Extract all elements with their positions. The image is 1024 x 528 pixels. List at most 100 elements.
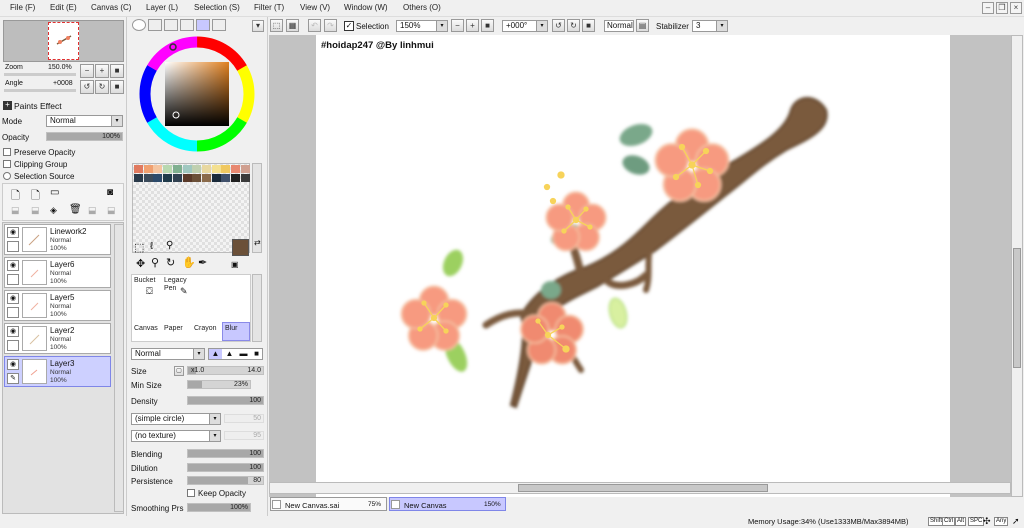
brush-shape-flat-icon[interactable]: ■ — [250, 349, 263, 359]
blur-tool-selected[interactable]: Blur — [222, 322, 250, 341]
palette-swatch[interactable] — [211, 165, 221, 173]
blend-mode-dropdown[interactable]: Normal ▾ — [131, 348, 205, 360]
select-all-icon[interactable]: ▦ — [286, 19, 299, 32]
hand-icon[interactable]: ✋ — [182, 256, 196, 269]
merge-down-icon[interactable]: ⬓ — [31, 205, 40, 216]
paper-tool[interactable]: Paper — [164, 325, 183, 332]
layer-mask-icon[interactable]: ◙ — [107, 187, 113, 198]
magic-wand-icon[interactable]: ⚲ — [166, 240, 173, 251]
rotate-left-button[interactable]: ↺ — [80, 80, 94, 94]
layer-row[interactable]: ◉ Layer6 Normal 100% — [4, 257, 111, 288]
rotation-dropdown[interactable]: +000° ▾ — [502, 20, 548, 32]
zoom-out-button[interactable]: − — [80, 64, 94, 78]
dilution-slider[interactable]: 100 — [187, 463, 264, 472]
blending-slider[interactable]: 100 — [187, 449, 264, 458]
palette-swatch[interactable] — [134, 165, 143, 173]
palette-swatch[interactable] — [192, 174, 202, 182]
menu-file[interactable]: File (F) — [10, 3, 35, 12]
pen-icon[interactable]: ✎ — [7, 373, 19, 384]
scratchpad-tab[interactable] — [212, 19, 226, 31]
transfer-down-icon[interactable]: ⬓ — [11, 205, 20, 216]
palette-swatch[interactable] — [240, 174, 250, 182]
selection-source-checkbox[interactable] — [3, 172, 11, 180]
zoom-value[interactable]: 150.0% — [48, 64, 72, 71]
selection-checkbox[interactable]: ✓ — [344, 21, 354, 31]
zoom-in-button[interactable]: + — [466, 19, 479, 32]
brush-shape-medium-icon[interactable]: ▲ — [223, 349, 236, 359]
lock-checkbox[interactable] — [7, 340, 19, 351]
zoom-out-button[interactable]: − — [451, 19, 464, 32]
doc-tab-active[interactable]: New Canvas 150% — [389, 497, 506, 511]
zoom-tool-icon[interactable]: ⚲ — [151, 256, 159, 269]
palette-swatch[interactable] — [211, 174, 221, 182]
rect-select-icon[interactable]: ⬚ — [134, 241, 144, 254]
texture-strength-slider[interactable]: 95 — [224, 431, 264, 440]
size-range-button[interactable]: ▢ — [174, 366, 184, 376]
vertical-scroll-thumb[interactable] — [1013, 248, 1021, 368]
canvas-viewport[interactable]: #hoidap247 @By linhmui — [269, 35, 1011, 497]
close-icon[interactable]: × — [1010, 2, 1022, 14]
tool-grid-scrollbar[interactable] — [252, 274, 262, 342]
brush-size-slider[interactable]: x1.0 14.0 — [187, 366, 264, 375]
layer-scrollbar[interactable] — [114, 224, 124, 512]
swap-colors-icon[interactable]: ⇄ — [254, 238, 261, 247]
paints-effect-header[interactable]: Paints Effect — [14, 101, 62, 111]
zoom-dropdown[interactable]: 150% ▾ — [396, 20, 448, 32]
menu-edit[interactable]: Edit (E) — [50, 3, 77, 12]
palette-swatch[interactable] — [231, 174, 240, 182]
zoom-slider[interactable] — [4, 73, 76, 76]
eye-icon[interactable]: ◉ — [7, 260, 19, 271]
eye-icon[interactable]: ◉ — [7, 326, 19, 337]
new-layer-icon[interactable]: 🗋 — [11, 187, 20, 206]
palette-swatch[interactable] — [163, 165, 173, 173]
brush-shape-selector[interactable]: ▲ ▲ ▬ ■ — [208, 348, 263, 360]
rotate-left-button[interactable]: ↺ — [552, 19, 565, 32]
move-icon[interactable]: ✥ — [136, 257, 145, 270]
rotate-reset-button[interactable]: ■ — [582, 19, 595, 32]
color-wheel[interactable] — [138, 35, 256, 153]
apply-mask-icon[interactable]: ⬓ — [88, 205, 97, 216]
palette-swatch[interactable] — [172, 174, 182, 182]
view-blend-dropdown[interactable]: Normal — [604, 20, 634, 32]
palette-swatch[interactable] — [240, 165, 250, 173]
new-folder-icon[interactable]: ▭ — [50, 187, 59, 198]
deselect-icon[interactable]: ⬚ — [270, 19, 283, 32]
lock-checkbox[interactable] — [7, 274, 19, 285]
palette-swatch[interactable] — [201, 174, 211, 182]
new-linework-layer-icon[interactable]: 🗋 — [31, 187, 40, 206]
palette-swatch[interactable] — [143, 174, 153, 182]
minimize-icon[interactable]: – — [982, 2, 994, 14]
palette-swatch[interactable] — [221, 165, 231, 173]
palette-swatch[interactable] — [182, 174, 192, 182]
transparent-color-icon[interactable]: ▣ — [231, 260, 239, 269]
drawing-canvas[interactable]: #hoidap247 @By linhmui — [316, 35, 950, 497]
stabilizer-dropdown[interactable]: 3 ▾ — [692, 20, 728, 32]
bucket-tool[interactable]: Bucket — [134, 277, 155, 284]
trash-icon[interactable]: 🗑 — [69, 204, 82, 215]
angle-value[interactable]: +0008 — [53, 80, 73, 87]
menu-selection[interactable]: Selection (S) — [194, 3, 240, 12]
angle-slider[interactable] — [4, 89, 76, 92]
redo-icon[interactable]: ↷ — [324, 19, 337, 32]
texture-dropdown[interactable]: (no texture) ▾ — [131, 430, 221, 442]
zoom-in-button[interactable]: + — [95, 64, 109, 78]
eye-icon[interactable]: ◉ — [7, 293, 19, 304]
delete-mask-icon[interactable]: ⬓ — [107, 205, 116, 216]
eye-icon[interactable]: ◉ — [7, 359, 19, 370]
canvas-horizontal-scrollbar[interactable] — [269, 482, 1011, 494]
rgb-slider-tab[interactable] — [148, 19, 162, 31]
rotate-right-button[interactable]: ↻ — [567, 19, 580, 32]
crayon-tool[interactable]: Crayon — [194, 325, 217, 332]
flip-view-button[interactable]: ▤ — [636, 19, 649, 32]
menu-view[interactable]: View (V) — [300, 3, 330, 12]
layer-row[interactable]: ◉ Layer5 Normal 100% — [4, 290, 111, 321]
palette-swatch[interactable] — [221, 174, 231, 182]
rotate-tool-icon[interactable]: ↻ — [166, 256, 175, 269]
palette-swatch[interactable] — [172, 165, 182, 173]
menu-window[interactable]: Window (W) — [344, 3, 388, 12]
lasso-icon[interactable]: ℓ — [150, 241, 153, 252]
brush-shape-sharp-icon[interactable]: ▲ — [209, 349, 222, 359]
main-color-swatch[interactable] — [232, 239, 249, 256]
expand-icon[interactable]: + — [3, 101, 12, 110]
layer-row[interactable]: ◉ Layer2 Normal 100% — [4, 323, 111, 354]
